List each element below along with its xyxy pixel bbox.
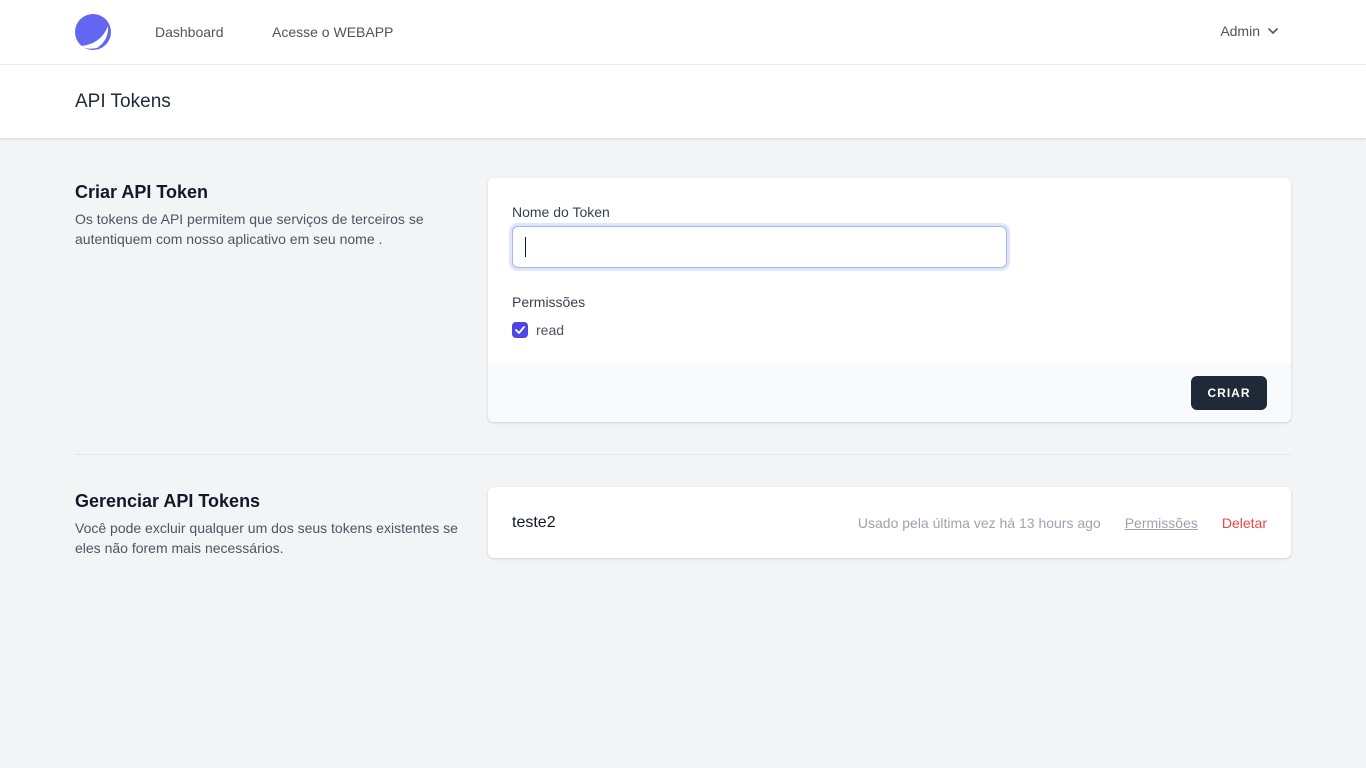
permission-checkbox-read[interactable]: read [512,322,564,338]
create-section-title: Criar API Token [75,182,209,202]
create-token-button[interactable]: CRIAR [1191,376,1267,410]
token-delete-button[interactable]: Deletar [1222,515,1267,531]
permission-label-read: read [536,322,565,338]
user-menu[interactable]: Admin [1220,23,1278,39]
manage-section-title: Gerenciar API Tokens [75,491,261,511]
create-section-description: Os tokens de API permitem que serviços d… [75,211,424,247]
manage-section-description: Você pode excluir qualquer um dos seus t… [75,520,458,556]
token-actions: Usado pela última vez há 13 hours ago Pe… [858,515,1267,531]
token-name: teste2 [512,514,556,531]
create-token-card: Nome do Token Permissões read CRIAR [488,178,1291,422]
create-card-footer: CRIAR [488,364,1291,422]
user-name: Admin [1220,23,1260,39]
page-title: API Tokens [75,91,171,112]
top-navbar: Dashboard Acesse o WEBAPP Admin [0,0,1366,65]
token-permissions-link[interactable]: Permissões [1125,515,1198,531]
permissions-label: Permissões [512,294,586,310]
token-name-label: Nome do Token [512,204,610,220]
text-caret [525,237,526,257]
checkbox-checked-icon[interactable] [512,322,528,338]
section-divider [75,454,1291,455]
manage-tokens-card: teste2 Usado pela última vez há 13 hours… [488,487,1291,558]
token-last-used: Usado pela última vez há 13 hours ago [857,515,1101,531]
token-name-input[interactable] [512,226,1007,268]
chevron-down-icon [1268,28,1278,34]
nav-link-webapp[interactable]: Acesse o WEBAPP [272,24,393,40]
page-header: API Tokens [0,65,1366,138]
crescent-logo-icon[interactable] [75,14,111,50]
nav-link-dashboard[interactable]: Dashboard [155,24,224,40]
